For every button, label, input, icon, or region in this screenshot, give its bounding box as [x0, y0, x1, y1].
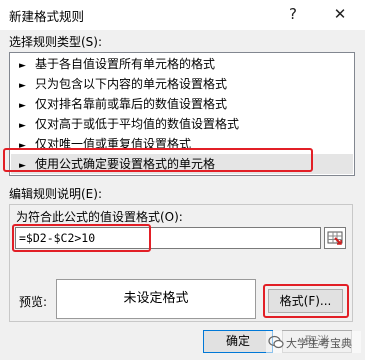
format-button-highlight [263, 284, 349, 318]
rule-type-item-label: 基于各自值设置所有单元格的格式 [35, 57, 216, 71]
rule-type-item-label: 仅对排名靠前或靠后的数值设置格式 [35, 97, 228, 111]
rule-type-item-label: 只为包含以下内容的单元格设置格式 [35, 77, 228, 91]
ok-button[interactable]: 确定 [203, 330, 273, 353]
rule-type-item-1[interactable]: ► 只为包含以下内容的单元格设置格式 [11, 74, 353, 94]
formula-label: 为符合此公式的值设置格式(O): [16, 210, 183, 224]
rule-type-item-2[interactable]: ► 仅对排名靠前或靠后的数值设置格式 [11, 94, 353, 114]
preview-label: 预览: [19, 295, 48, 309]
range-select-button[interactable] [324, 227, 346, 249]
rule-type-item-0[interactable]: ► 基于各自值设置所有单元格的格式 [11, 54, 353, 74]
watermark-text: 大学生考宝典 [286, 337, 352, 350]
dialog-title: 新建格式规则 [9, 9, 85, 24]
rule-type-item-3[interactable]: ► 仅对高于或低于平均值的数值设置格式 [11, 114, 353, 134]
close-button[interactable]: ✕ [330, 4, 350, 24]
help-button[interactable]: ? [283, 4, 303, 24]
rule-type-label: 选择规则类型(S): [9, 35, 103, 49]
arrow-icon: ► [19, 121, 26, 131]
range-select-icon [327, 231, 343, 245]
wechat-icon [268, 335, 284, 349]
formula-highlight [12, 224, 151, 252]
preview-box: 未设定格式 [56, 279, 256, 319]
arrow-icon: ► [19, 101, 26, 111]
edit-rule-label: 编辑规则说明(E): [9, 187, 102, 201]
arrow-icon: ► [19, 81, 26, 91]
title-bar: 新建格式规则 ? ✕ [0, 0, 365, 30]
watermark: 大学生考宝典 [266, 331, 361, 353]
rule-type-item-label: 仅对高于或低于平均值的数值设置格式 [35, 117, 240, 131]
selected-rule-highlight [3, 148, 313, 172]
arrow-icon: ► [19, 61, 26, 71]
